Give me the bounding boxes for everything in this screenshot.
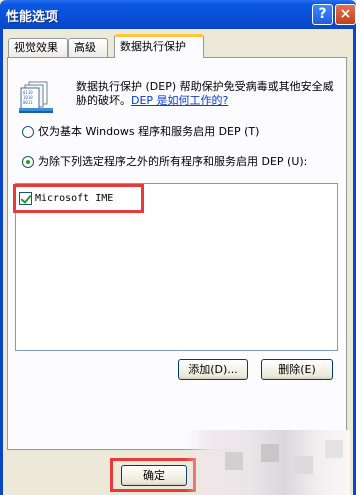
program-name: Microsoft IME	[35, 193, 114, 204]
dep-description: 数据执行保护 (DEP) 帮助保护免受病毒或其他安全威胁的破坏。DEP 是如何工…	[76, 80, 344, 108]
radio-label: 为除下列选定程序之外的所有程序和服务启用 DEP (U):	[38, 155, 308, 168]
close-button[interactable]: ×	[335, 4, 356, 25]
help-button[interactable]: ?	[312, 4, 333, 25]
tab-label: 数据执行保护	[120, 40, 186, 53]
blurred-region	[185, 430, 350, 495]
tab-label: 视觉效果	[14, 41, 58, 54]
help-icon: ?	[318, 6, 327, 22]
radio-all-except[interactable]: 为除下列选定程序之外的所有程序和服务启用 DEP (U):	[22, 153, 307, 169]
dep-icon: 011010100011	[19, 81, 53, 113]
tab-dep[interactable]: 数据执行保护	[114, 34, 204, 58]
title-bar[interactable]: 性能选项 ? ×	[0, 0, 356, 29]
ok-button[interactable]: 确定	[121, 465, 187, 486]
window-title: 性能选项	[6, 10, 59, 25]
tab-advanced[interactable]: 高级	[68, 38, 108, 57]
radio-basic-programs[interactable]: 仅为基本 Windows 程序和服务启用 DEP (T)	[22, 123, 259, 139]
add-button[interactable]: 添加(D)...	[178, 359, 248, 380]
svg-text:0011: 0011	[23, 100, 33, 105]
list-item[interactable]: Microsoft IME	[19, 191, 113, 207]
dep-help-link[interactable]: DEP 是如何工作的?	[131, 94, 228, 107]
program-list[interactable]	[15, 183, 338, 351]
close-icon: ×	[339, 6, 352, 22]
remove-button[interactable]: 删除(E)	[261, 359, 333, 380]
tab-visual-effects[interactable]: 视觉效果	[8, 38, 68, 57]
radio-label: 仅为基本 Windows 程序和服务启用 DEP (T)	[38, 125, 260, 138]
radio-button[interactable]	[22, 126, 34, 138]
tab-label: 高级	[74, 41, 96, 54]
program-checkbox[interactable]	[19, 191, 32, 205]
radio-button[interactable]	[22, 156, 34, 168]
